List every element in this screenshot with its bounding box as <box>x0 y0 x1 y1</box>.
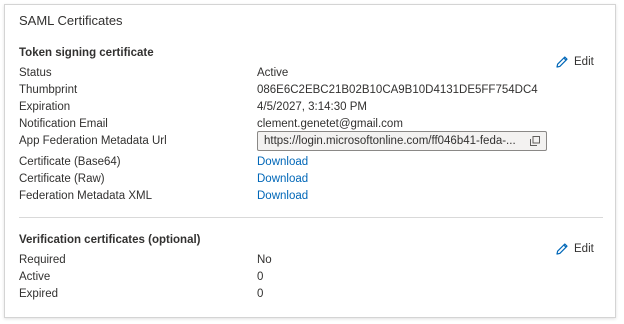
federation-metadata-xml-download-link[interactable]: Download <box>257 190 308 202</box>
metadata-url-field[interactable]: https://login.microsoftonline.com/ff046b… <box>257 131 547 151</box>
federation-metadata-xml-row: Federation Metadata XML Download <box>19 190 599 206</box>
status-label: Status <box>19 67 52 79</box>
token-signing-title: Token signing certificate <box>19 47 154 59</box>
certificate-base64-download-link[interactable]: Download <box>257 156 308 168</box>
thumbprint-label: Thumbprint <box>19 84 78 96</box>
expiration-label: Expiration <box>19 101 71 113</box>
certificate-base64-label: Certificate (Base64) <box>19 156 121 168</box>
certificate-base64-row: Certificate (Base64) Download <box>19 156 599 172</box>
certificate-raw-download-link[interactable]: Download <box>257 173 308 185</box>
expired-label: Expired <box>19 288 58 300</box>
required-value: No <box>257 254 272 266</box>
metadata-url-value: https://login.microsoftonline.com/ff046b… <box>264 135 516 147</box>
status-row: Status Active <box>19 67 599 83</box>
required-label: Required <box>19 254 66 266</box>
thumbprint-value: 086E6C2EBC21B02B10CA9B10D4131DE5FF754DC4 <box>257 84 538 96</box>
thumbprint-row: Thumbprint 086E6C2EBC21B02B10CA9B10D4131… <box>19 84 599 100</box>
expiration-value: 4/5/2027, 3:14:30 PM <box>257 101 367 113</box>
certificate-raw-label: Certificate (Raw) <box>19 173 105 185</box>
verification-title: Verification certificates (optional) <box>19 234 201 246</box>
expiration-row: Expiration 4/5/2027, 3:14:30 PM <box>19 101 599 117</box>
notification-email-label: Notification Email <box>19 118 108 130</box>
expired-value: 0 <box>257 288 264 300</box>
required-row: Required No <box>19 254 599 270</box>
saml-certificates-card: SAML Certificates Token signing certific… <box>4 4 616 318</box>
certificate-raw-row: Certificate (Raw) Download <box>19 173 599 189</box>
federation-metadata-xml-label: Federation Metadata XML <box>19 190 152 202</box>
metadata-url-label: App Federation Metadata Url <box>19 135 167 147</box>
metadata-url-row: App Federation Metadata Url https://logi… <box>19 131 599 151</box>
status-value: Active <box>257 67 289 79</box>
active-label: Active <box>19 271 51 283</box>
section-divider <box>19 217 603 218</box>
copy-icon[interactable] <box>530 136 540 146</box>
card-title: SAML Certificates <box>19 13 123 28</box>
expired-row: Expired 0 <box>19 288 599 304</box>
active-value: 0 <box>257 271 264 283</box>
notification-email-value: clement.genetet@gmail.com <box>257 118 403 130</box>
active-row: Active 0 <box>19 271 599 287</box>
